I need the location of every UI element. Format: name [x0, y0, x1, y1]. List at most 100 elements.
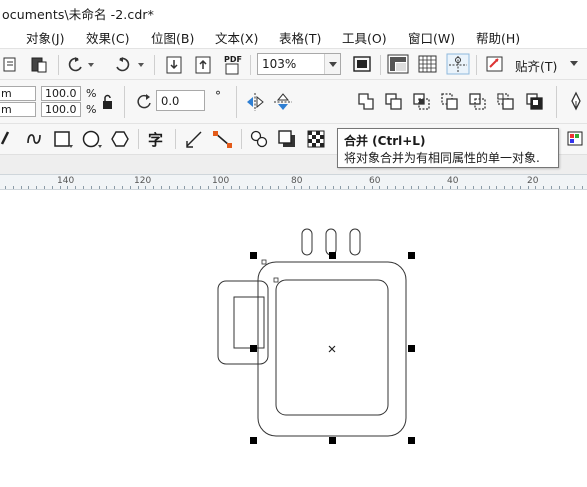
- scale-x-field[interactable]: 100.0: [41, 86, 81, 101]
- toolbar-divider: [58, 55, 59, 75]
- polygon-tool-icon[interactable]: [110, 129, 132, 149]
- drawing-canvas[interactable]: [0, 190, 587, 487]
- selection-handle-n[interactable]: [329, 252, 336, 259]
- zoom-dropdown-button[interactable]: [324, 54, 340, 74]
- front-minus-back-icon[interactable]: [467, 91, 489, 113]
- knife-tool-icon[interactable]: [0, 130, 12, 148]
- combine-tooltip: 合并 (Ctrl+L) 将对象合并为有相同属性的单一对象.: [337, 128, 559, 168]
- mirror-horizontal-icon[interactable]: [244, 91, 266, 113]
- rectangle-tool-icon[interactable]: [52, 129, 74, 149]
- transparency-tool-icon[interactable]: [306, 129, 328, 149]
- guidelines-icon[interactable]: [446, 53, 470, 75]
- ruler-tick: [5, 186, 6, 189]
- ruler-tick: [387, 186, 389, 189]
- snap-to-label[interactable]: 贴齐(T): [515, 56, 557, 75]
- snap-to-icon[interactable]: [484, 54, 506, 74]
- ruler-tick: [75, 186, 77, 189]
- paste-icon[interactable]: [29, 55, 49, 73]
- mug-handle-inner[interactable]: [233, 296, 265, 349]
- redo-icon[interactable]: [112, 55, 148, 73]
- zoom-level-select[interactable]: 103%: [257, 53, 341, 75]
- selection-handle-sw[interactable]: [250, 437, 257, 444]
- dimension-tool-icon[interactable]: [184, 129, 206, 149]
- scale-x-value: 100.0: [45, 87, 77, 100]
- chevron-down-icon[interactable]: [568, 57, 582, 71]
- node-handle[interactable]: [273, 277, 279, 283]
- width-field[interactable]: m: [0, 86, 36, 101]
- color-eyedropper-icon[interactable]: [566, 127, 587, 149]
- steam-line-3[interactable]: [349, 228, 361, 256]
- rotation-angle-field[interactable]: 0.0: [156, 90, 205, 111]
- publish-pdf-icon[interactable]: PDF: [222, 55, 244, 75]
- document-icon[interactable]: [2, 55, 20, 73]
- ruler-tick: [426, 186, 428, 189]
- menu-text[interactable]: 文本(X): [215, 28, 258, 47]
- ruler-tick: [137, 186, 139, 189]
- node-handle[interactable]: [261, 259, 267, 265]
- trim-icon[interactable]: [383, 91, 405, 113]
- ruler-tick: [449, 186, 451, 189]
- ruler-tick: [309, 186, 311, 189]
- text-tool-icon[interactable]: 字: [148, 129, 163, 150]
- window-title: ocuments\未命名 -2.cdr*: [2, 7, 154, 22]
- menu-tools[interactable]: 工具(O): [342, 28, 387, 47]
- selection-handle-w[interactable]: [250, 345, 257, 352]
- rotate-icon: [137, 94, 151, 109]
- simplify-icon[interactable]: [439, 91, 461, 113]
- curve-tool-icon[interactable]: [24, 129, 44, 149]
- ruler-tick: [129, 186, 131, 189]
- toolbar-divider: [241, 129, 242, 149]
- horizontal-ruler[interactable]: 140 120 100 80 60 40 20: [0, 174, 587, 190]
- ruler-tick: [465, 186, 467, 189]
- menu-effects[interactable]: 效果(C): [86, 28, 129, 47]
- ruler-tick: [215, 186, 217, 189]
- ruler-tick: [395, 186, 396, 189]
- blend-tool-icon[interactable]: [249, 129, 271, 149]
- ruler-tick: [324, 186, 326, 189]
- intersect-icon[interactable]: [411, 91, 433, 113]
- scale-y-field[interactable]: 100.0: [41, 102, 81, 117]
- selection-handle-ne[interactable]: [408, 252, 415, 259]
- menu-bar: 对象(J) 效果(C) 位图(B) 文本(X) 表格(T) 工具(O) 窗口(W…: [0, 24, 587, 48]
- mirror-vertical-icon[interactable]: [272, 91, 294, 113]
- full-screen-icon[interactable]: [351, 54, 373, 74]
- ruler-tick: [67, 186, 69, 189]
- height-field[interactable]: m: [0, 102, 36, 117]
- ruler-tick: [122, 186, 123, 189]
- ruler-tick: [301, 186, 303, 189]
- export-icon[interactable]: [194, 55, 212, 75]
- selection-handle-e[interactable]: [408, 345, 415, 352]
- create-boundary-icon[interactable]: [524, 91, 546, 113]
- selection-handle-se[interactable]: [408, 437, 415, 444]
- ruler-tick: [98, 186, 100, 189]
- selection-handle-nw[interactable]: [250, 252, 257, 259]
- steam-line-2[interactable]: [325, 228, 337, 256]
- weld-icon[interactable]: [355, 91, 377, 113]
- mug-handle-outer[interactable]: [217, 280, 269, 365]
- toolbar-divider: [154, 55, 155, 75]
- ruler-tick: [231, 186, 233, 189]
- steam-line-1[interactable]: [301, 228, 313, 256]
- lock-ratio-icon[interactable]: [101, 93, 115, 111]
- ruler-tick: [512, 186, 513, 189]
- connector-tool-icon[interactable]: [211, 129, 235, 149]
- grid-icon[interactable]: [416, 53, 440, 75]
- chevron-down-icon: [329, 62, 337, 67]
- menu-help[interactable]: 帮助(H): [476, 28, 520, 47]
- undo-icon[interactable]: [66, 55, 96, 73]
- center-marker[interactable]: [328, 345, 336, 353]
- import-icon[interactable]: [165, 55, 183, 75]
- drop-shadow-tool-icon[interactable]: [277, 129, 299, 149]
- menu-table[interactable]: 表格(T): [279, 28, 321, 47]
- menu-object[interactable]: 对象(J): [26, 28, 64, 47]
- ellipse-tool-icon[interactable]: [81, 129, 103, 149]
- back-minus-front-icon[interactable]: [495, 91, 517, 113]
- ruler-tick: [418, 186, 420, 189]
- menu-bitmaps[interactable]: 位图(B): [151, 28, 194, 47]
- selection-handle-s[interactable]: [329, 437, 336, 444]
- pen-nib-icon[interactable]: [566, 91, 586, 113]
- mug-body-inner[interactable]: [275, 279, 389, 416]
- ruler-tick: [473, 186, 474, 189]
- rulers-icon[interactable]: [386, 53, 410, 75]
- menu-window[interactable]: 窗口(W): [408, 28, 455, 47]
